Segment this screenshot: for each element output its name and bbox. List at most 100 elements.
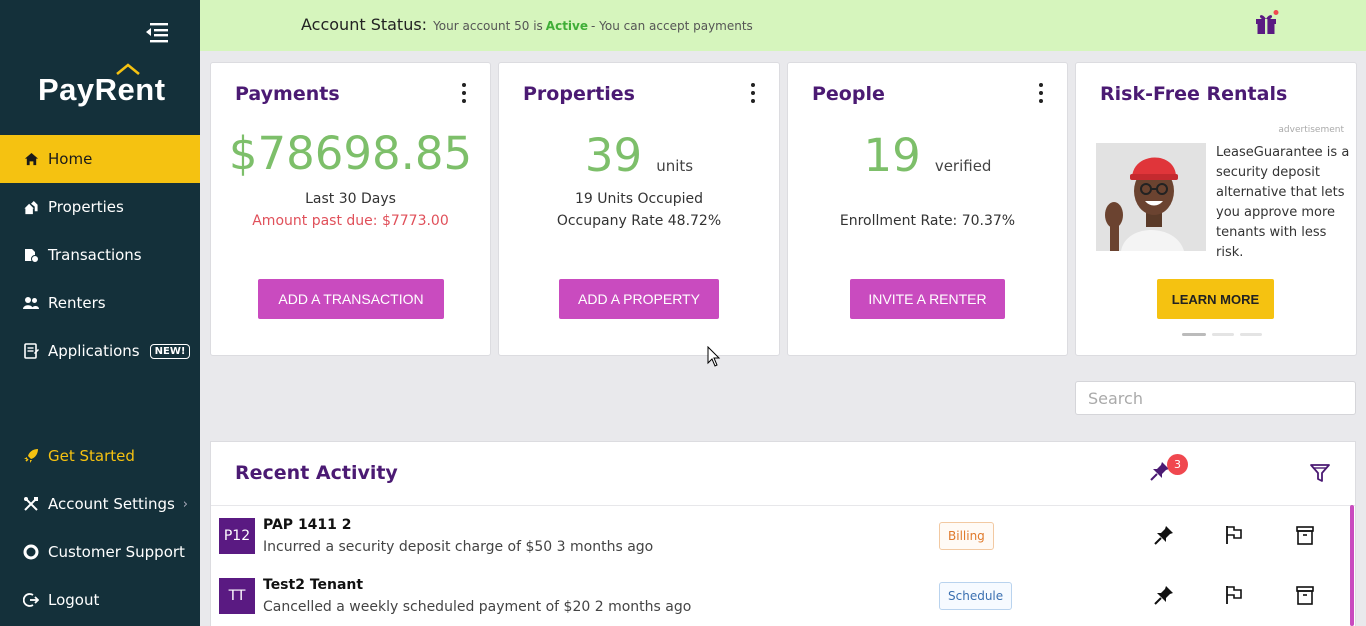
carousel-dot[interactable] xyxy=(1240,333,1262,336)
properties-count: 39 xyxy=(584,129,643,182)
activity-description: Incurred a security deposit charge of $5… xyxy=(263,539,654,555)
roof-icon xyxy=(115,63,140,75)
account-status: Account Status: Your account 50 is Activ… xyxy=(301,15,753,34)
sidebar-item-label: Logout xyxy=(48,591,100,609)
payments-card: Payments $78698.85 Last 30 Days Amount p… xyxy=(210,62,491,356)
pinned-count-badge: 3 xyxy=(1167,454,1188,475)
payments-title: Payments xyxy=(235,83,340,105)
properties-icon xyxy=(22,198,40,216)
people-unit: verified xyxy=(934,157,992,175)
mouse-cursor-icon xyxy=(707,346,721,367)
billing-tag: Billing xyxy=(939,522,994,550)
status-message-suffix: - You can accept payments xyxy=(591,19,753,33)
learn-more-button[interactable]: LEARN MORE xyxy=(1157,279,1274,319)
sidebar-item-get-started[interactable]: Get Started xyxy=(0,432,200,480)
pin-icon[interactable] xyxy=(1153,524,1175,546)
sidebar-item-renters[interactable]: Renters xyxy=(0,279,200,327)
sidebar-item-label: Applications xyxy=(48,342,140,360)
activity-row[interactable]: TT Test2 Tenant Cancelled a weekly sched… xyxy=(211,566,1355,626)
advertisement-label: advertisement xyxy=(1278,125,1344,135)
support-icon xyxy=(22,543,40,561)
activity-row[interactable]: P12 PAP 1411 2 Incurred a security depos… xyxy=(211,506,1355,566)
add-transaction-button[interactable]: ADD A TRANSACTION xyxy=(258,279,444,319)
sidebar-item-customer-support[interactable]: Customer Support xyxy=(0,528,200,576)
search-input[interactable] xyxy=(1075,381,1356,415)
gift-icon[interactable] xyxy=(1254,10,1280,36)
avatar: P12 xyxy=(219,518,255,554)
payments-past-due: Amount past due: $7773.00 xyxy=(252,213,449,229)
sidebar-item-properties[interactable]: Properties xyxy=(0,183,200,231)
properties-count-block: 39 units xyxy=(499,129,779,182)
properties-unit: units xyxy=(656,157,694,175)
applications-icon xyxy=(22,342,40,360)
sidebar-item-label: Properties xyxy=(48,198,124,216)
more-vertical-icon[interactable] xyxy=(745,81,761,105)
ad-title: Risk-Free Rentals xyxy=(1100,83,1288,105)
people-title: People xyxy=(812,83,885,105)
sidebar-item-label: Account Settings xyxy=(48,495,175,513)
flag-icon[interactable] xyxy=(1223,524,1245,546)
sidebar-item-label: Home xyxy=(48,150,93,168)
units-occupied: 19 Units Occupied xyxy=(574,191,704,207)
sidebar-item-label: Transactions xyxy=(48,246,142,264)
carousel-dot[interactable] xyxy=(1182,333,1206,336)
sidebar-item-label: Renters xyxy=(48,294,106,312)
status-badge: Active xyxy=(545,19,589,33)
activity-renter-name[interactable]: Test2 Tenant xyxy=(263,577,363,593)
sidebar-item-applications[interactable]: Applications NEW! xyxy=(0,327,200,375)
activity-description: Cancelled a weekly scheduled payment of … xyxy=(263,599,692,615)
recent-activity-title: Recent Activity xyxy=(235,462,398,484)
occupancy-rate: Occupany Rate 48.72% xyxy=(556,213,722,229)
more-vertical-icon[interactable] xyxy=(1033,81,1049,105)
home-icon xyxy=(22,150,40,168)
chevron-right-icon: › xyxy=(182,496,188,512)
invite-renter-button[interactable]: INVITE A RENTER xyxy=(850,279,1005,319)
sidebar-item-home[interactable]: Home xyxy=(0,135,200,183)
people-card: People 19 verified Enrollment Rate: 70.37… xyxy=(787,62,1068,356)
renters-icon xyxy=(22,294,40,312)
sidebar-item-logout[interactable]: Logout xyxy=(0,576,200,624)
flag-icon[interactable] xyxy=(1223,584,1245,606)
ad-description: LeaseGuarantee is a security deposit alt… xyxy=(1216,145,1350,260)
recent-activity-header: Recent Activity 3 xyxy=(211,442,1355,506)
recent-activity-panel: Recent Activity 3 P12 PAP 1411 2 Incurre… xyxy=(210,441,1356,626)
sidebar-item-label: Customer Support xyxy=(48,543,185,561)
sidebar-item-transactions[interactable]: Transactions xyxy=(0,231,200,279)
schedule-tag: Schedule xyxy=(939,582,1013,610)
sidebar-nav: Home Properties Transactions Renters App… xyxy=(0,135,200,375)
transactions-icon xyxy=(22,246,40,264)
sidebar-bottom-nav: Get Started Account Settings › Customer … xyxy=(0,432,200,624)
sidebar-item-account-settings[interactable]: Account Settings › xyxy=(0,480,200,528)
archive-icon[interactable] xyxy=(1294,524,1316,546)
enrollment-rate: Enrollment Rate: 70.37% xyxy=(839,213,1016,229)
new-badge: NEW! xyxy=(149,343,191,359)
payments-amount: $78698.85 xyxy=(228,127,473,180)
carousel-dots xyxy=(1182,333,1262,336)
people-count: 19 xyxy=(863,129,921,182)
logout-icon xyxy=(22,591,40,609)
settings-icon xyxy=(22,495,40,513)
sidebar: PayR ent Home Properties Transactions Ren… xyxy=(0,0,200,626)
properties-title: Properties xyxy=(523,83,635,105)
status-label: Account Status: xyxy=(301,15,428,34)
add-property-button[interactable]: ADD A PROPERTY xyxy=(559,279,719,319)
properties-card: Properties 39 units 19 Units Occupied Occ… xyxy=(498,62,780,356)
scrollbar[interactable] xyxy=(1350,505,1354,626)
pin-icon[interactable] xyxy=(1153,584,1175,606)
rocket-icon xyxy=(22,447,40,465)
menu-collapse-icon[interactable] xyxy=(144,20,170,44)
ad-photo xyxy=(1096,143,1206,251)
more-vertical-icon[interactable] xyxy=(456,81,472,105)
avatar: TT xyxy=(219,578,255,614)
carousel-dot[interactable] xyxy=(1212,333,1234,336)
sidebar-item-label: Get Started xyxy=(48,447,135,465)
people-count-block: 19 verified xyxy=(788,129,1067,182)
activity-renter-name[interactable]: PAP 1411 2 xyxy=(263,517,352,533)
advertisement-card: Risk-Free Rentals advertisement LeaseGua… xyxy=(1075,62,1357,356)
payrent-logo[interactable]: PayR ent xyxy=(38,63,166,108)
status-message: Your account 50 is xyxy=(433,19,543,33)
account-status-bar: Account Status: Your account 50 is Activ… xyxy=(200,0,1366,51)
archive-icon[interactable] xyxy=(1294,584,1316,606)
payments-period: Last 30 Days xyxy=(305,191,396,207)
filter-icon[interactable] xyxy=(1309,462,1331,484)
